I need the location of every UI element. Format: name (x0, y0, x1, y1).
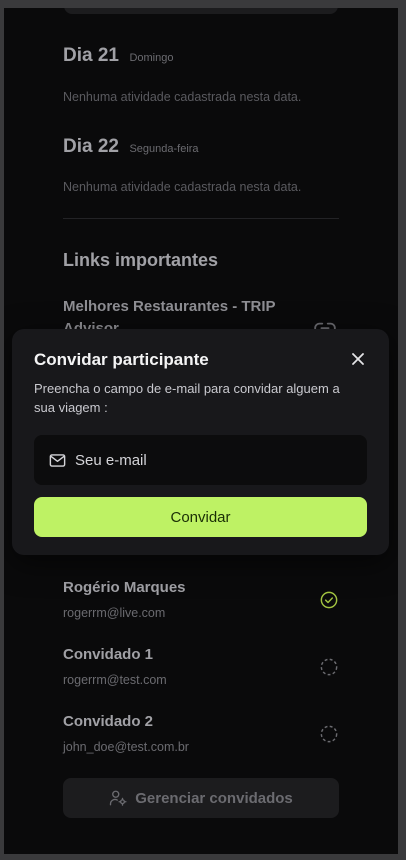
guest-name: Rogério Marques (63, 579, 186, 596)
invite-modal: Convidar participante Preencha o campo d… (12, 329, 389, 555)
manage-guests-button[interactable]: Gerenciar convidados (63, 778, 339, 818)
modal-title: Convidar participante (34, 350, 209, 369)
guest-name: Convidado 2 (63, 713, 154, 730)
section-divider (63, 218, 339, 219)
invite-button[interactable]: Convidar (34, 497, 367, 537)
guest-email: rogerrm@test.com (63, 673, 167, 687)
guest-name: Convidado 1 (63, 646, 154, 663)
day-header: Dia 22 Segunda-feira (63, 136, 199, 158)
close-button[interactable] (348, 349, 368, 369)
app-frame: Dia 21 Domingo Nenhuma atividade cadastr… (4, 8, 398, 854)
guest-email: rogerrm@live.com (63, 606, 166, 620)
manage-guests-label: Gerenciar convidados (135, 789, 293, 807)
email-field[interactable] (34, 435, 367, 485)
modal-description: Preencha o campo de e-mail para convidar… (34, 381, 340, 415)
day-header: Dia 21 Domingo (63, 45, 173, 67)
guest-email: john_doe@test.com.br (63, 740, 189, 754)
top-card-stub (64, 8, 338, 14)
user-cog-icon (110, 790, 127, 806)
email-input[interactable] (75, 451, 335, 469)
day-weekday: Domingo (129, 52, 174, 64)
mail-icon (49, 453, 66, 467)
day-title: Dia 21 (63, 45, 119, 66)
day-empty-text: Nenhuma atividade cadastrada nesta data. (63, 90, 302, 104)
links-section-title: Links importantes (63, 250, 219, 270)
day-empty-text: Nenhuma atividade cadastrada nesta data. (63, 180, 302, 194)
day-title: Dia 22 (63, 136, 119, 157)
circle-dashed-icon (320, 725, 338, 743)
circle-dashed-icon (320, 658, 338, 676)
circle-check-icon (320, 591, 338, 609)
close-icon (352, 353, 364, 365)
day-weekday: Segunda-feira (129, 143, 199, 155)
